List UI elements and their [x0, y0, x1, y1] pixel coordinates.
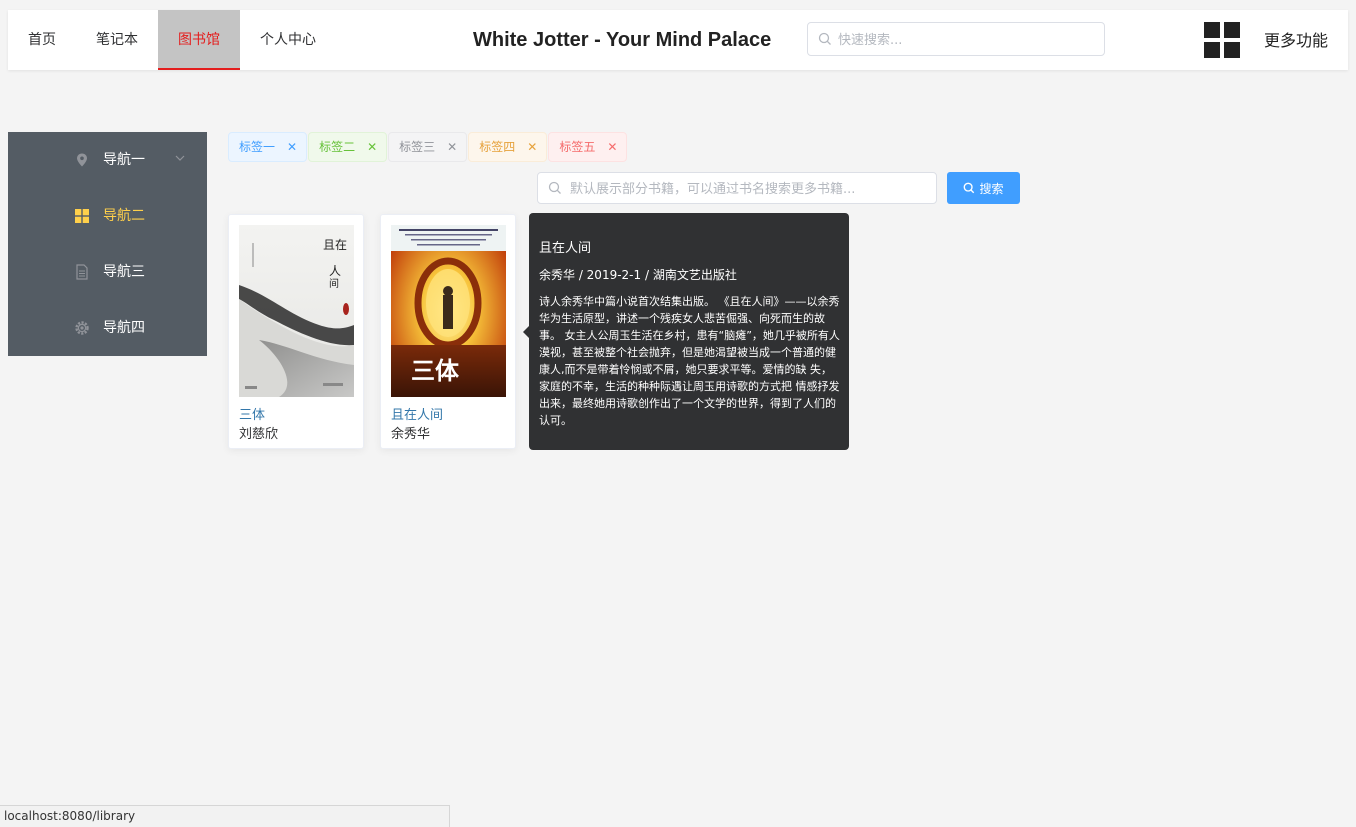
tag-label: 标签五: [559, 140, 596, 154]
quick-search-box[interactable]: [807, 22, 1105, 57]
search-icon: [818, 32, 831, 45]
location-icon: [77, 153, 87, 167]
close-icon[interactable]: ✕: [447, 133, 457, 161]
apps-grid-icon[interactable]: [1204, 22, 1240, 58]
browser-status-bar: localhost:8080/library: [0, 805, 450, 827]
cover-title-text: 三体: [411, 357, 460, 385]
tooltip-description: 诗人余秀华中篇小说首次结集出版。 《且在人间》——以余秀华为生活原型，讲述一个残…: [539, 295, 840, 427]
tag-item[interactable]: 标签三 ✕: [388, 132, 468, 162]
tag-item[interactable]: 标签二 ✕: [308, 132, 388, 162]
book-search-input[interactable]: [568, 173, 932, 205]
nav-notebook[interactable]: 笔记本: [76, 10, 158, 70]
book-author: 刘慈欣: [239, 427, 279, 442]
sidebar-item-nav-3[interactable]: 导航三: [8, 244, 207, 300]
cover-title-text: 且在: [323, 238, 347, 252]
setting-icon: [75, 321, 89, 335]
book-cover[interactable]: 三体: [391, 225, 506, 397]
sidebar-menu: 导航一 导航二 导航三 导航四: [8, 132, 207, 356]
book-cover[interactable]: 且在 人 间: [239, 225, 354, 397]
close-icon[interactable]: ✕: [527, 133, 537, 161]
book-author: 余秀华: [391, 427, 431, 442]
book-card[interactable]: 三体 且在人间 余秀华: [380, 214, 516, 449]
tooltip-arrow: [523, 326, 529, 338]
site-title: White Jotter - Your Mind Palace: [473, 29, 772, 51]
search-button-label: 搜索: [979, 181, 1004, 196]
book-search-box[interactable]: [537, 172, 937, 205]
close-icon[interactable]: ✕: [607, 133, 617, 161]
sidebar-item-label: 导航一: [103, 152, 145, 168]
search-icon: [548, 181, 561, 194]
tag-label: 标签一: [239, 140, 276, 154]
menu-grid-icon: [75, 209, 89, 223]
main-nav: 首页 笔记本 图书馆 个人中心: [8, 10, 336, 70]
sidebar-item-nav-2[interactable]: 导航二: [8, 188, 207, 244]
chevron-down-icon: [175, 155, 185, 161]
search-button[interactable]: 搜索: [947, 172, 1020, 204]
tag-item[interactable]: 标签一 ✕: [228, 132, 308, 162]
close-icon[interactable]: ✕: [287, 133, 297, 161]
tooltip-meta: 余秀华 / 2019-2-1 / 湖南文艺出版社: [539, 268, 737, 282]
quick-search-input[interactable]: [836, 23, 1100, 57]
book-card[interactable]: 且在 人 间 三体 刘慈欣: [228, 214, 364, 449]
tag-list: 标签一 ✕ 标签二 ✕ 标签三 ✕ 标签四 ✕ 标签五 ✕: [228, 132, 628, 162]
cover-title-text: 人: [329, 264, 341, 278]
tag-label: 标签四: [479, 140, 516, 154]
document-icon: [76, 264, 88, 280]
book-title-link[interactable]: 且在人间: [391, 404, 443, 423]
top-header: 首页 笔记本 图书馆 个人中心 White Jotter - Your Mind…: [8, 10, 1348, 70]
tag-label: 标签三: [399, 140, 436, 154]
more-features-link[interactable]: 更多功能: [1264, 10, 1328, 70]
nav-library[interactable]: 图书馆: [158, 10, 240, 70]
tag-item[interactable]: 标签五 ✕: [548, 132, 628, 162]
search-icon: [964, 182, 975, 194]
cover-title-text: 间: [329, 277, 339, 290]
book-title-link[interactable]: 三体: [239, 404, 265, 423]
sidebar-item-nav-1[interactable]: 导航一: [8, 132, 207, 188]
tag-label: 标签二: [319, 140, 356, 154]
sidebar-item-label: 导航四: [103, 320, 145, 336]
close-icon[interactable]: ✕: [367, 133, 377, 161]
sidebar-item-label: 导航三: [103, 264, 145, 280]
book-detail-tooltip: 且在人间 余秀华 / 2019-2-1 / 湖南文艺出版社 诗人余秀华中篇小说首…: [523, 213, 849, 450]
sidebar-item-nav-4[interactable]: 导航四: [8, 300, 207, 356]
tooltip-title: 且在人间: [539, 241, 592, 256]
tag-item[interactable]: 标签四 ✕: [468, 132, 548, 162]
nav-user-center[interactable]: 个人中心: [240, 10, 336, 70]
sidebar-item-label: 导航二: [103, 208, 145, 224]
nav-home[interactable]: 首页: [8, 10, 76, 70]
